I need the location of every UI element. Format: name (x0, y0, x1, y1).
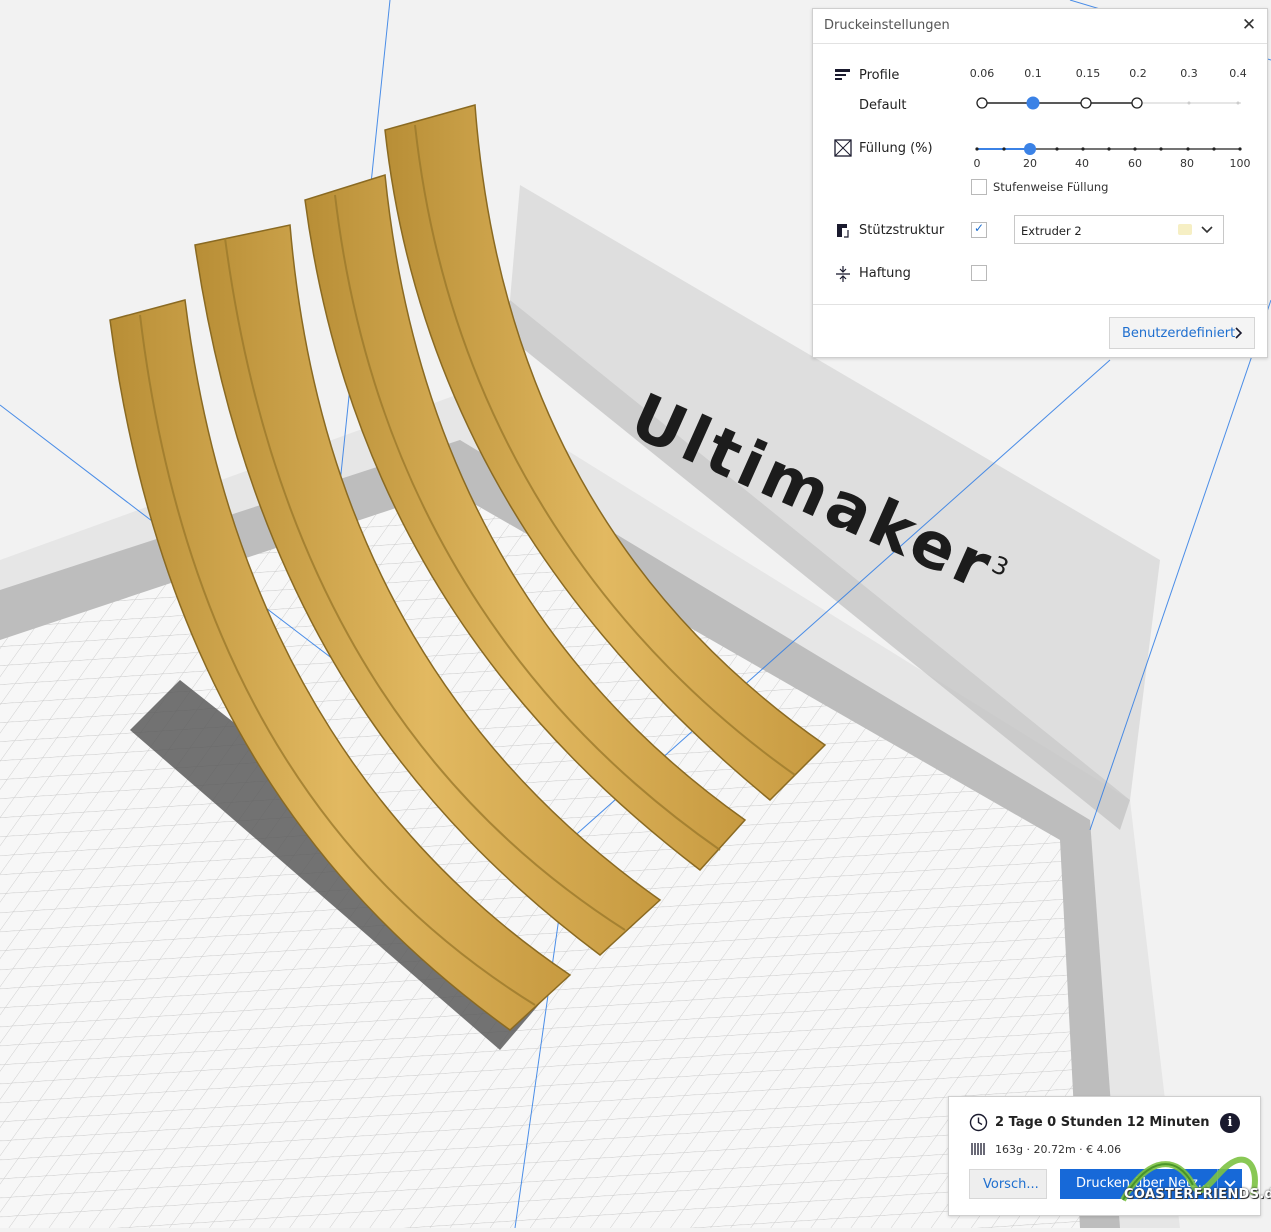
adhesion-label: Haftung (859, 266, 911, 281)
support-icon (837, 224, 849, 238)
info-icon[interactable]: i (1220, 1113, 1240, 1133)
watermark: COASTERFRIENDS.de (1118, 1145, 1271, 1225)
layer-height-tick: 0.2 (1129, 67, 1147, 80)
print-settings-panel: Druckeinstellungen ✕ Profile Default 0.0… (812, 8, 1268, 358)
layer-option-dot (976, 97, 988, 109)
infill-tick: 40 (1075, 157, 1089, 170)
clock-icon (969, 1113, 988, 1132)
extruder-color-swatch (1178, 224, 1192, 235)
panel-divider (813, 304, 1267, 305)
layer-height-tick: 0.06 (969, 67, 995, 80)
extruder-select[interactable]: Extruder 2 (1014, 215, 1224, 244)
layer-height-slider[interactable] (968, 93, 1248, 113)
infill-slider[interactable] (968, 139, 1248, 159)
profile-icon (835, 69, 850, 80)
print-time: 2 Tage 0 Stunden 12 Minuten (995, 1115, 1210, 1130)
chevron-down-icon (1201, 226, 1213, 234)
custom-settings-button[interactable]: Benutzerdefiniert (1109, 317, 1255, 349)
infill-tick: 60 (1128, 157, 1142, 170)
support-checkbox[interactable] (971, 221, 987, 238)
watermark-text: COASTERFRIENDS.de (1124, 1187, 1271, 1202)
chevron-right-icon (1235, 327, 1243, 339)
profile-default-label: Default (859, 98, 907, 113)
spool-icon (971, 1143, 985, 1155)
adhesion-checkbox[interactable] (971, 265, 987, 281)
infill-label: Füllung (%) (859, 141, 933, 156)
panel-header: Druckeinstellungen ✕ (813, 9, 1267, 44)
close-button[interactable]: ✕ (1239, 15, 1259, 35)
gradual-infill-checkbox[interactable] (971, 179, 987, 195)
layer-height-tick: 0.4 (1229, 67, 1247, 80)
panel-title: Druckeinstellungen (824, 18, 950, 33)
gradual-infill-label: Stufenweise Füllung (993, 180, 1109, 194)
profile-label: Profile (859, 68, 900, 83)
adhesion-icon (836, 266, 850, 282)
infill-icon (834, 139, 852, 157)
layer-height-tick: 0.3 (1180, 67, 1198, 80)
layer-option-dot (1131, 97, 1143, 109)
layer-height-tick: 0.15 (1075, 67, 1101, 80)
infill-handle (1024, 143, 1036, 155)
infill-tick: 80 (1180, 157, 1194, 170)
extruder-select-value: Extruder 2 (1021, 224, 1082, 238)
preview-button[interactable]: Vorsch... (969, 1169, 1047, 1199)
infill-tick: 20 (1023, 157, 1037, 170)
layer-option-selected (1026, 96, 1040, 110)
custom-settings-label: Benutzerdefiniert (1122, 326, 1236, 341)
layer-option-dot (1080, 97, 1092, 109)
material-usage: 163g · 20.72m · € 4.06 (995, 1143, 1122, 1156)
infill-tick: 0 (973, 157, 981, 170)
infill-tick: 100 (1229, 157, 1251, 170)
support-label: Stützstruktur (859, 223, 945, 238)
layer-height-tick: 0.1 (1024, 67, 1042, 80)
preview-button-label: Vorsch... (983, 1177, 1039, 1192)
